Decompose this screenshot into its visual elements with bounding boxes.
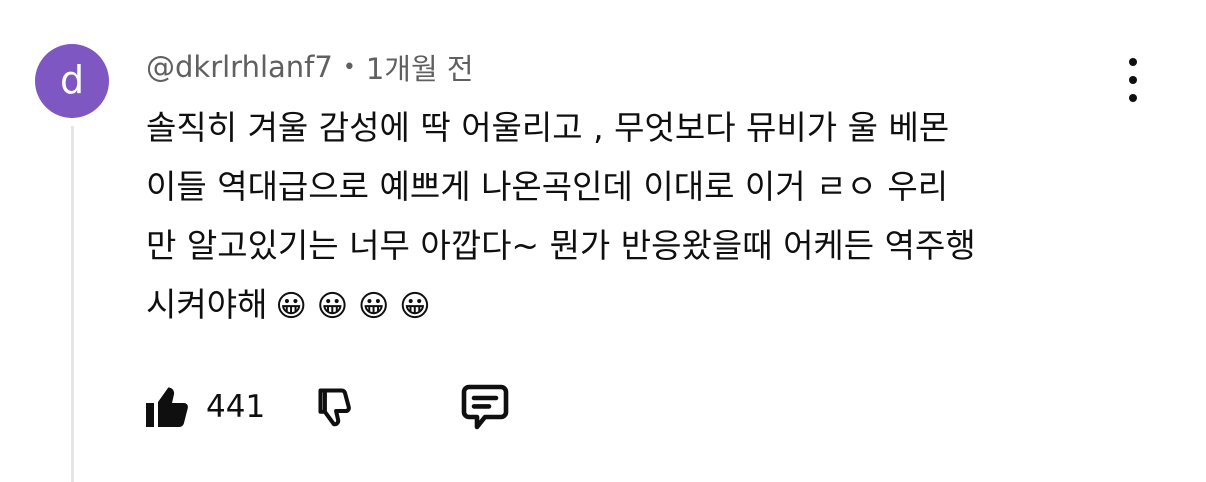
- thumbs-up-filled-icon: [146, 387, 188, 427]
- avatar-letter: d: [59, 58, 85, 102]
- comment-time[interactable]: 1개월 전: [366, 46, 474, 88]
- more-vert-icon-dot: [1129, 76, 1137, 84]
- thread-line: [71, 126, 74, 482]
- more-vert-icon-dot: [1129, 94, 1137, 102]
- like-button[interactable]: 441: [144, 385, 265, 429]
- comment-line-last: 시켜야해 😀😀😀😀: [146, 275, 1126, 336]
- author-name[interactable]: @dkrlrhlanf7: [146, 50, 333, 84]
- more-vert-icon: [1129, 58, 1137, 66]
- comment-line: 이들 역대급으로 예쁘게 나온곡인데 이대로 이거 ㄹㅇ 우리: [146, 167, 949, 206]
- thumbs-down-outline-icon: [318, 388, 352, 427]
- avatar[interactable]: d: [35, 44, 109, 118]
- more-options-button[interactable]: [1118, 58, 1148, 102]
- comment-line-text: 시켜야해: [146, 285, 268, 324]
- comment-line: 솔직히 겨울 감성에 딱 어울리고 , 무엇보다 뮤비가 울 베몬: [146, 108, 950, 147]
- comment-line: 만 알고있기는 너무 아깝다~ 뭔가 반응왔을때 어케든 역주행: [146, 226, 976, 265]
- dislike-button[interactable]: [315, 385, 359, 429]
- comment-header: @dkrlrhlanf7 • 1개월 전: [146, 44, 474, 90]
- grinning-emoji-icons: 😀😀😀😀: [275, 289, 441, 324]
- comment-text: 솔직히 겨울 감성에 딱 어울리고 , 무엇보다 뮤비가 울 베몬 이들 역대급…: [146, 98, 1126, 336]
- like-count: 441: [206, 389, 266, 425]
- header-separator: •: [342, 54, 356, 80]
- reply-comment-icon: [461, 384, 509, 430]
- reply-button[interactable]: [459, 382, 511, 432]
- comment-actions: 441: [144, 380, 511, 434]
